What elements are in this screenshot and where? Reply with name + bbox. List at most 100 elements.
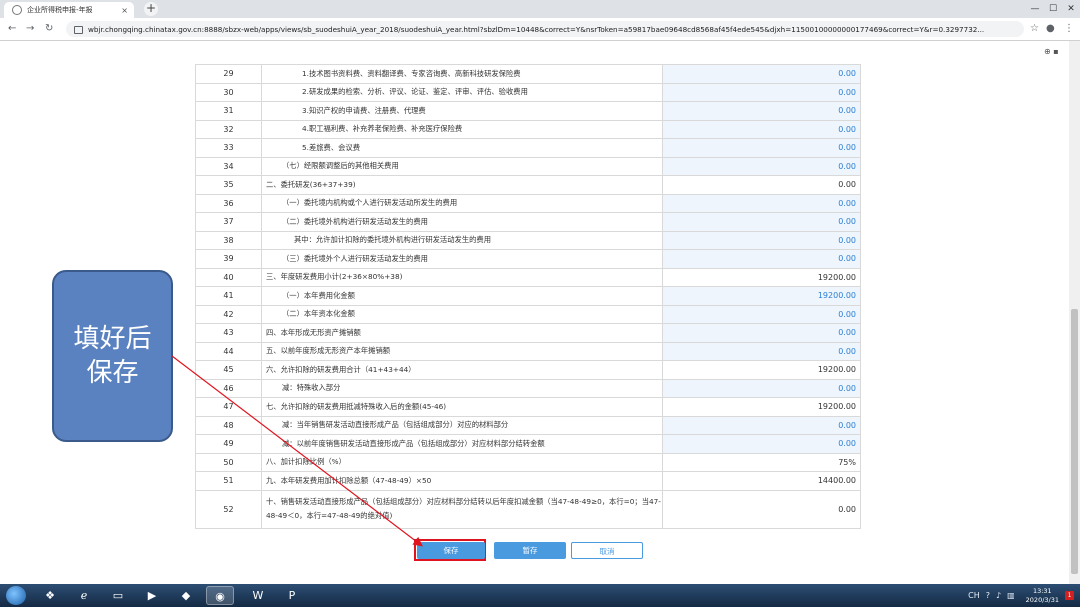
row-number: 51 bbox=[195, 471, 262, 491]
row-number: 43 bbox=[195, 323, 262, 343]
row-number: 34 bbox=[195, 156, 262, 176]
draft-button[interactable]: 暂存 bbox=[494, 542, 566, 559]
amount-value: 19200.00 bbox=[662, 397, 861, 417]
row-number: 49 bbox=[195, 434, 262, 454]
table-row: 35 二、委托研发(36+37+39) 0.00 bbox=[195, 175, 861, 195]
table-row: 52 十、销售研发活动直接形成产品（包括组成部分）对应材料部分结转以后年度扣减金额… bbox=[195, 489, 861, 529]
menu-icon[interactable]: ⋮ bbox=[1064, 18, 1074, 40]
amount-input[interactable]: 19200.00 bbox=[662, 286, 861, 306]
profile-icon[interactable]: ● bbox=[1046, 18, 1055, 40]
ie-browser-icon[interactable]: ℯ bbox=[70, 586, 98, 605]
network-icon[interactable]: ▥ bbox=[1007, 591, 1015, 600]
windows-logo-icon[interactable]: ❖ bbox=[36, 586, 64, 605]
amount-input[interactable]: 0.00 bbox=[662, 323, 861, 343]
row-number: 40 bbox=[195, 267, 262, 287]
minimize-button[interactable]: — bbox=[1026, 0, 1044, 18]
row-label: 三、年度研发费用小计(2+36×80%+38) bbox=[261, 267, 663, 287]
clock-time: 13:31 bbox=[1032, 586, 1052, 595]
media-player-icon[interactable]: ▶ bbox=[138, 586, 166, 605]
amount-input[interactable]: 0.00 bbox=[662, 378, 861, 398]
amount-input[interactable]: 0.00 bbox=[662, 82, 861, 102]
amount-input[interactable]: 0.00 bbox=[662, 101, 861, 121]
amount-input[interactable]: 0.00 bbox=[662, 341, 861, 361]
file-explorer-icon[interactable]: ▭ bbox=[104, 586, 132, 605]
row-label: 2.研发成果的检索、分析、评议、论证、鉴定、评审、评估、验收费用 bbox=[261, 82, 663, 102]
address-bar[interactable]: wbjr.chongqing.chinatax.gov.cn:8888/sbzx… bbox=[66, 21, 1024, 37]
row-label: （三）委托境外个人进行研发活动发生的费用 bbox=[261, 249, 663, 269]
table-row: 44 五、以前年度形成无形资产本年摊销额 0.00 bbox=[195, 341, 861, 361]
new-tab-button[interactable]: + bbox=[144, 2, 158, 16]
amount-value: 19200.00 bbox=[662, 360, 861, 380]
row-label: （二）本年资本化金额 bbox=[261, 304, 663, 324]
lock-icon bbox=[74, 26, 83, 34]
url-text[interactable]: wbjr.chongqing.chinatax.gov.cn:8888/sbzx… bbox=[88, 25, 984, 34]
amount-input[interactable]: 0.00 bbox=[662, 138, 861, 158]
annotation-callout: 填好后保存 bbox=[52, 270, 173, 442]
save-button[interactable]: 保存 bbox=[417, 542, 485, 559]
row-label: 五、以前年度形成无形资产本年摊销额 bbox=[261, 341, 663, 361]
star-icon[interactable]: ☆ bbox=[1030, 18, 1039, 40]
system-tray: CH ? ♪ ▥ 13:31 2020/3/31 1 bbox=[965, 584, 1074, 607]
amount-input[interactable]: 0.00 bbox=[662, 212, 861, 232]
page-tools-icons[interactable]: ⊕ ▪ bbox=[1044, 47, 1059, 56]
word-icon[interactable]: W bbox=[244, 586, 272, 605]
reload-icon[interactable]: ↻ bbox=[45, 18, 53, 40]
maximize-button[interactable]: ☐ bbox=[1044, 0, 1062, 18]
amount-value: 75% bbox=[662, 452, 861, 472]
language-indicator[interactable]: CH bbox=[968, 591, 980, 600]
table-row: 42 （二）本年资本化金额 0.00 bbox=[195, 304, 861, 324]
amount-input[interactable]: 0.00 bbox=[662, 193, 861, 213]
close-window-button[interactable]: ✕ bbox=[1062, 0, 1080, 18]
help-icon[interactable]: ? bbox=[986, 591, 990, 600]
browser-tab[interactable]: 企业所得税申报-年报 × bbox=[4, 2, 134, 18]
row-label: 5.差旅费、会议费 bbox=[261, 138, 663, 158]
amount-input[interactable]: 0.00 bbox=[662, 230, 861, 250]
row-label: 六、允许扣除的研发费用合计（41+43+44） bbox=[261, 360, 663, 380]
forward-arrow-icon[interactable]: → bbox=[26, 18, 34, 40]
amount-input[interactable]: 0.00 bbox=[662, 249, 861, 269]
table-row: 37 （二）委托境外机构进行研发活动发生的费用 0.00 bbox=[195, 212, 861, 232]
row-number: 29 bbox=[195, 64, 262, 84]
table-row: 40 三、年度研发费用小计(2+36×80%+38) 19200.00 bbox=[195, 267, 861, 287]
table-row: 34 （七）经限额调整后的其他相关费用 0.00 bbox=[195, 156, 861, 176]
row-label: 十、销售研发活动直接形成产品（包括组成部分）对应材料部分结转以后年度扣减金额（当… bbox=[261, 489, 663, 529]
amount-value: 14400.00 bbox=[662, 471, 861, 491]
amount-value: 0.00 bbox=[662, 489, 861, 529]
table-row: 41 （一）本年费用化金额 19200.00 bbox=[195, 286, 861, 306]
page-scrollbar[interactable] bbox=[1069, 41, 1080, 584]
deduction-table: 29 1.技术图书资料费、资料翻译费、专家咨询费、高新科技研发保险费 0.00 30 2… bbox=[195, 64, 861, 529]
amount-input[interactable]: 0.00 bbox=[662, 415, 861, 435]
table-row: 50 八、加计扣除比例（%） 75% bbox=[195, 452, 861, 472]
scroll-thumb[interactable] bbox=[1071, 309, 1078, 574]
start-button[interactable] bbox=[6, 586, 26, 605]
amount-input[interactable]: 0.00 bbox=[662, 64, 861, 84]
amount-input[interactable]: 0.00 bbox=[662, 304, 861, 324]
back-arrow-icon[interactable]: ← bbox=[8, 18, 16, 40]
amount-input[interactable]: 0.00 bbox=[662, 434, 861, 454]
row-number: 33 bbox=[195, 138, 262, 158]
row-number: 41 bbox=[195, 286, 262, 306]
row-label: （七）经限额调整后的其他相关费用 bbox=[261, 156, 663, 176]
clock[interactable]: 13:31 2020/3/31 bbox=[1026, 587, 1059, 605]
table-row: 39 （三）委托境外个人进行研发活动发生的费用 0.00 bbox=[195, 249, 861, 269]
notification-badge[interactable]: 1 bbox=[1065, 591, 1074, 600]
window-controls: — ☐ ✕ bbox=[1026, 0, 1080, 18]
row-label: （二）委托境外机构进行研发活动发生的费用 bbox=[261, 212, 663, 232]
chrome-icon[interactable]: ◉ bbox=[206, 586, 234, 605]
app-icon[interactable]: ◆ bbox=[172, 586, 200, 605]
amount-input[interactable]: 0.00 bbox=[662, 119, 861, 139]
table-row: 31 3.知识产权的申请费、注册费、代理费 0.00 bbox=[195, 101, 861, 121]
powerpoint-icon[interactable]: P bbox=[278, 586, 306, 605]
row-number: 42 bbox=[195, 304, 262, 324]
row-number: 45 bbox=[195, 360, 262, 380]
row-number: 30 bbox=[195, 82, 262, 102]
table-row: 38 其中：允许加计扣除的委托境外机构进行研发活动发生的费用 0.00 bbox=[195, 230, 861, 250]
table-row: 46 减：特殊收入部分 0.00 bbox=[195, 378, 861, 398]
row-label: 减：以前年度销售研发活动直接形成产品（包括组成部分）对应材料部分结转金额 bbox=[261, 434, 663, 454]
table-row: 51 九、本年研发费用加计扣除总额（47-48-49）×50 14400.00 bbox=[195, 471, 861, 491]
volume-icon[interactable]: ♪ bbox=[996, 591, 1001, 600]
close-tab-button[interactable]: × bbox=[121, 6, 128, 15]
amount-input[interactable]: 0.00 bbox=[662, 156, 861, 176]
cancel-button[interactable]: 取消 bbox=[571, 542, 643, 559]
table-row: 36 （一）委托境内机构或个人进行研发活动所发生的费用 0.00 bbox=[195, 193, 861, 213]
